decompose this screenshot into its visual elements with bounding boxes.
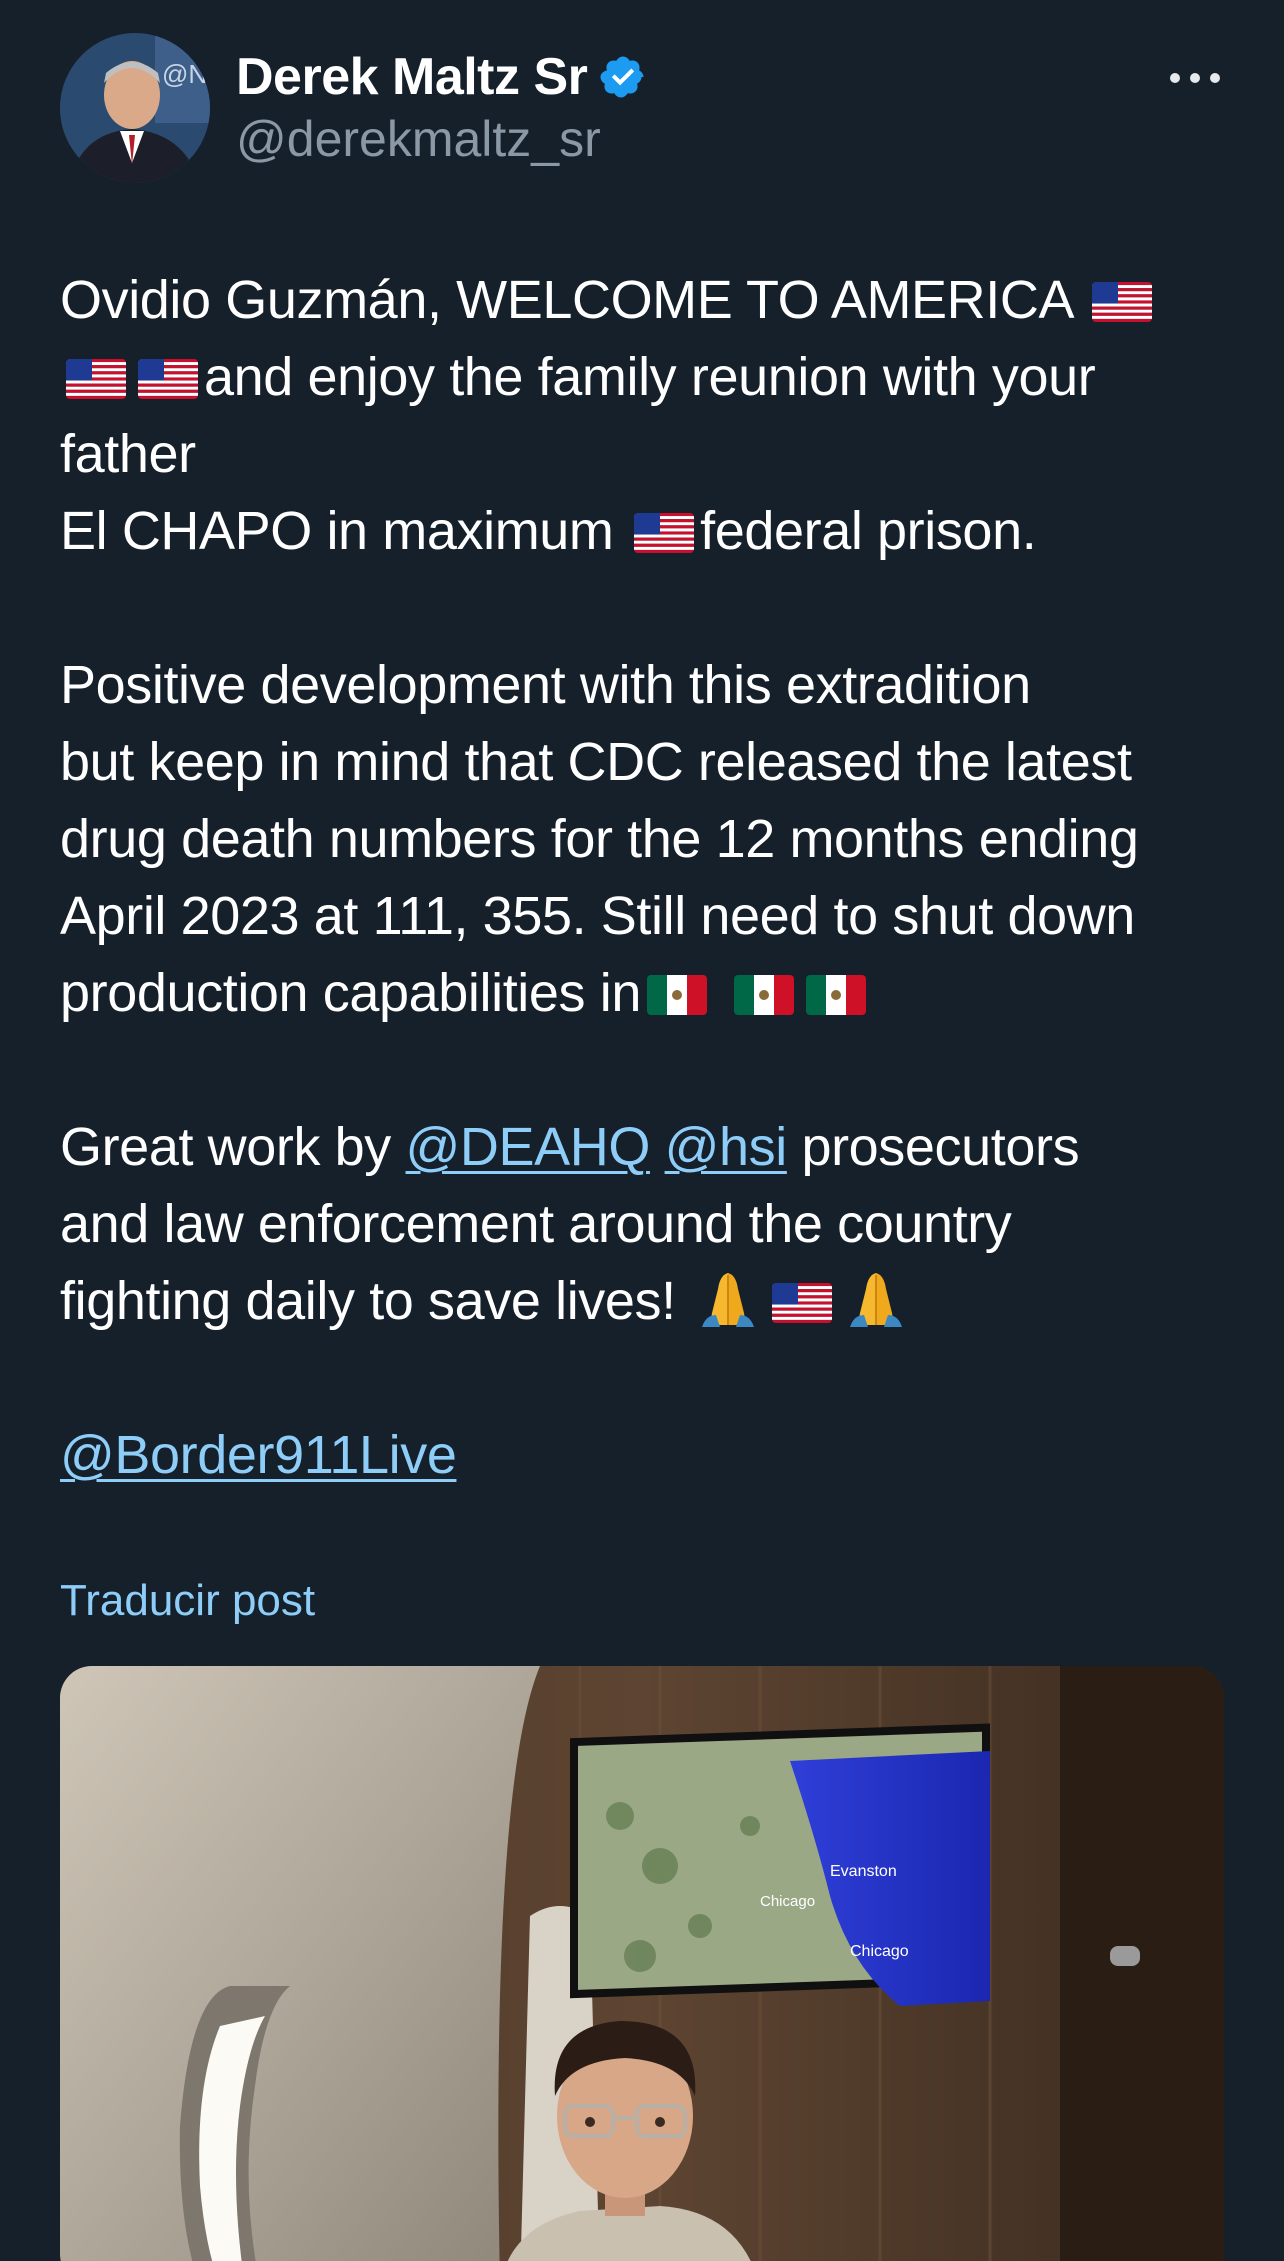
post-line: drug death numbers for the 12 months end… [60,809,1139,869]
post-line: fighting daily to save lives! [60,1263,1230,1340]
mention-hsi-link[interactable]: @hsi [665,1117,788,1177]
author-info: Derek Maltz Sr @derekmaltz_sr [236,42,647,168]
mention-border911live-link[interactable]: @Border911Live [60,1425,457,1485]
dot [1210,73,1220,83]
mexico-flag-emoji [805,975,866,1015]
us-flag-emoji [634,513,695,553]
post-line: Positive development with this extraditi… [60,655,1031,715]
post-line: production capabilities in [60,955,1230,1032]
post-line: Ovidio Guzmán, WELCOME TO AMERICA [60,262,1230,339]
author-handle[interactable]: @derekmaltz_sr [236,110,647,168]
mexico-flag-emoji [646,975,707,1015]
us-flag-emoji [1091,282,1152,322]
text-segment: Ovidio Guzmán, WELCOME TO AMERICA [60,270,1072,330]
folded-hands-emoji [694,1269,762,1329]
map-label-chicago: Chicago [850,1943,909,1960]
us-flag-emoji [138,359,198,399]
text-segment: Great work by [60,1117,391,1177]
author-avatar[interactable]: @N [60,33,210,183]
post-line: father [60,424,196,484]
post-line: and enjoy the family reunion with your [60,339,1230,416]
map-label-evanston: Evanston [830,1863,897,1880]
post-line: El CHAPO in maximum federal prison. [60,493,1230,570]
text-segment: El CHAPO in maximum [60,501,614,561]
mention-deahq-link[interactable]: @DEAHQ [406,1117,651,1177]
post-line: @Border911Live [60,1417,1230,1494]
text-segment: fighting daily to save lives! [60,1271,676,1331]
post-line: April 2023 at 111, 355. Still need to sh… [60,886,1135,946]
dot [1170,73,1180,83]
us-flag-emoji [66,359,126,399]
post-line: and law enforcement around the country [60,1194,1012,1254]
post-line: Great work by @DEAHQ @hsi prosecutors [60,1109,1230,1186]
text-segment: production capabilities in [60,963,641,1023]
us-flag-emoji [772,1283,833,1323]
dot [1190,73,1200,83]
translate-post-link[interactable]: Traducir post [60,1576,315,1626]
media-photo: Evanston Chicago Chicago [60,1666,1224,2261]
more-options-icon[interactable] [1170,60,1220,96]
name-row: Derek Maltz Sr [236,42,647,112]
mexico-flag-emoji [733,975,794,1015]
post-line: but keep in mind that CDC released the l… [60,732,1132,792]
author-name[interactable]: Derek Maltz Sr [236,47,588,107]
text-segment: federal prison. [700,501,1037,561]
post-media-image[interactable]: Evanston Chicago Chicago [60,1666,1224,2261]
text-segment: prosecutors [801,1117,1080,1177]
avatar-watermark: @N [162,59,207,89]
text-segment: and enjoy the family reunion with your [204,347,1096,407]
post: @N Derek Maltz Sr @derekmaltz_sr Ovidio … [0,0,1284,2261]
avatar-photo: @N [60,33,210,183]
map-label-chicago: Chicago [760,1893,815,1910]
verified-badge-icon [600,56,644,98]
post-text: Ovidio Guzmán, WELCOME TO AMERICA and en… [60,262,1230,1494]
folded-hands-emoji [842,1269,910,1329]
